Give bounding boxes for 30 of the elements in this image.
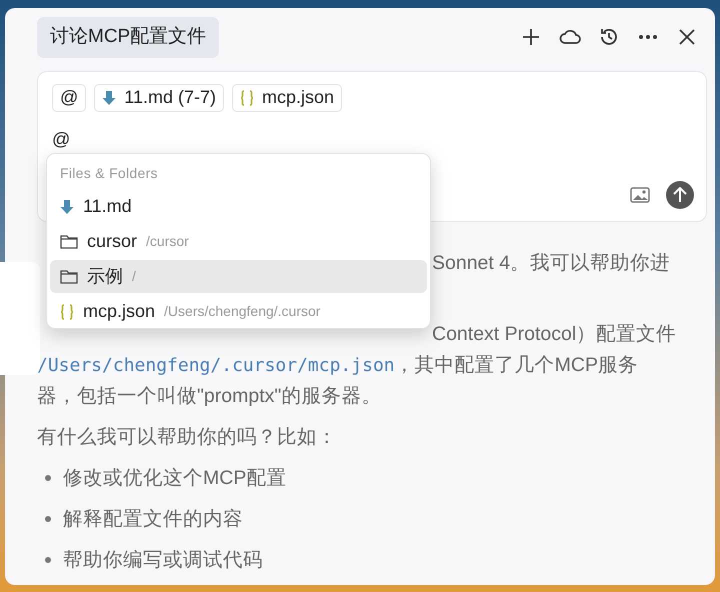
message-paragraph: /Users/chengfeng/.cursor/mcp.json，其中配置了几个MCP服务器，包括一个叫做"promptx"的服务器。 bbox=[37, 352, 639, 408]
list-item: 修改或优化这个MCP配置 bbox=[63, 466, 286, 490]
mention-button[interactable]: @ bbox=[52, 84, 86, 112]
arrow-up-icon bbox=[673, 186, 687, 202]
dropdown-heading: Files & Folders bbox=[59, 164, 159, 183]
dropdown-item[interactable]: 示例 / bbox=[50, 260, 427, 293]
dropdown-item[interactable]: mcp.json /Users/chengfeng/.cursor bbox=[50, 295, 427, 328]
folder-icon bbox=[60, 234, 78, 249]
message-text: 有什么我可以帮助你的吗？比如： bbox=[37, 424, 338, 450]
file-path: /Users/chengfeng/.cursor/mcp.json bbox=[37, 354, 395, 376]
braces-icon bbox=[60, 304, 74, 320]
dropdown-item[interactable]: 11.md bbox=[50, 190, 427, 223]
folder-icon bbox=[60, 269, 78, 284]
bullet-icon bbox=[45, 557, 51, 563]
bullet-icon bbox=[45, 516, 51, 522]
arrow-down-icon bbox=[102, 90, 116, 106]
list-item: 解释配置文件的内容 bbox=[63, 506, 243, 532]
message-text: Sonnet 4。我可以帮助你进 bbox=[432, 250, 672, 276]
context-chip[interactable]: 11.md (7-7) bbox=[94, 84, 224, 112]
message-text: Context Protocol）配置文件 bbox=[432, 322, 678, 346]
dropdown-item[interactable]: cursor /cursor bbox=[50, 225, 427, 258]
image-icon[interactable] bbox=[630, 186, 650, 202]
chat-title: 讨论MCP配置文件 bbox=[37, 17, 220, 58]
arrow-down-icon bbox=[60, 198, 74, 214]
list-item: 帮助你编写或调试代码 bbox=[63, 548, 263, 572]
bullet-icon bbox=[45, 475, 51, 481]
context-chip[interactable]: mcp.json bbox=[232, 84, 342, 112]
typed-text: @ bbox=[52, 128, 70, 148]
braces-icon bbox=[240, 90, 254, 106]
send-button[interactable] bbox=[666, 180, 694, 208]
